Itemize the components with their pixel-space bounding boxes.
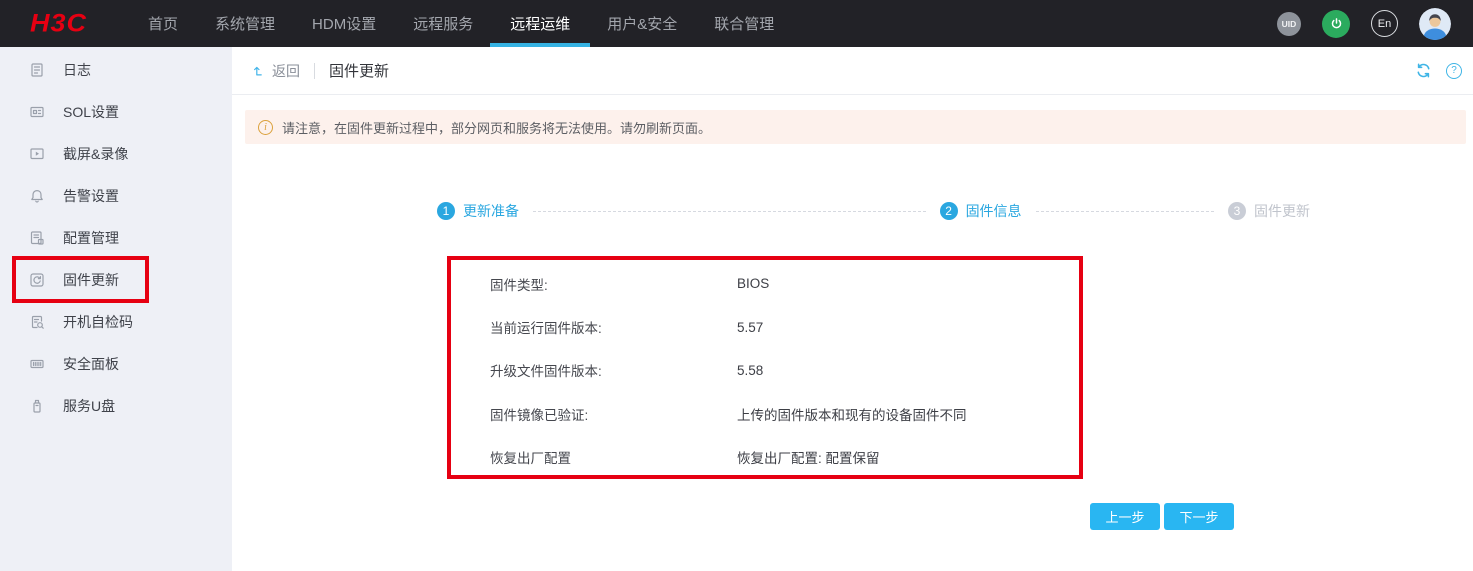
sidebar-item-screen-record[interactable]: 截屏&录像 bbox=[0, 133, 232, 175]
sidebar-item-label: 配置管理 bbox=[63, 230, 119, 246]
help-button[interactable]: ? bbox=[1445, 62, 1463, 80]
step-label: 更新准备 bbox=[463, 203, 519, 219]
sidebar-item-sol-settings[interactable]: SOL设置 bbox=[0, 91, 232, 133]
info-value: BIOS bbox=[737, 276, 770, 292]
post-code-icon bbox=[29, 314, 45, 330]
step-firmware-update: 3 固件更新 bbox=[1228, 201, 1310, 221]
screen-record-icon bbox=[29, 146, 45, 162]
header-divider bbox=[314, 62, 315, 79]
sidebar-item-label: 安全面板 bbox=[63, 356, 119, 372]
sidebar-item-label: SOL设置 bbox=[63, 104, 120, 120]
back-button[interactable]: 返回 bbox=[252, 61, 300, 81]
info-label: 当前运行固件版本: bbox=[490, 321, 602, 337]
sidebar-item-label: 截屏&录像 bbox=[63, 146, 129, 162]
content-header: 返回 固件更新 ? bbox=[232, 47, 1473, 95]
sidebar-item-log[interactable]: 日志 bbox=[0, 49, 232, 91]
info-row-factory-reset: 恢复出厂配置 恢复出厂配置: 配置保留 bbox=[490, 436, 1079, 479]
nav-item-remote-om[interactable]: 远程运维 bbox=[510, 0, 570, 47]
info-icon: i bbox=[258, 119, 273, 135]
step-number: 2 bbox=[939, 202, 958, 220]
security-panel-icon bbox=[29, 356, 45, 372]
step-label: 固件更新 bbox=[1254, 203, 1310, 219]
help-icon: ? bbox=[1446, 62, 1462, 79]
page-title: 固件更新 bbox=[329, 63, 390, 80]
info-label: 固件类型: bbox=[490, 277, 548, 293]
h3c-logo: H3C bbox=[30, 9, 88, 37]
step-connector bbox=[1035, 210, 1214, 212]
notice-banner: i 请注意，在固件更新过程中，部分网页和服务将无法使用。请勿刷新页面。 bbox=[245, 110, 1466, 144]
usb-icon bbox=[29, 398, 45, 414]
sidebar-item-security-panel[interactable]: 安全面板 bbox=[0, 343, 232, 385]
info-value: 5.57 bbox=[737, 319, 764, 335]
step-label: 固件信息 bbox=[965, 203, 1022, 219]
sidebar-item-config-management[interactable]: 配置管理 bbox=[0, 217, 232, 259]
refresh-button[interactable] bbox=[1414, 62, 1432, 80]
main-content: 返回 固件更新 ? i 请注意，在固件更新过程中，部分网页和服务将无法使用。请勿… bbox=[232, 47, 1473, 571]
back-arrow-icon bbox=[254, 66, 262, 76]
info-value: 恢复出厂配置: 配置保留 bbox=[737, 451, 880, 467]
sidebar-item-label: 服务U盘 bbox=[63, 398, 116, 414]
nav-item-user-security[interactable]: 用户&安全 bbox=[607, 0, 677, 47]
topbar-actions: UID En bbox=[1277, 7, 1473, 40]
nav-item-federated-management[interactable]: 联合管理 bbox=[714, 0, 774, 47]
language-badge[interactable]: En bbox=[1371, 10, 1398, 37]
firmware-icon bbox=[29, 272, 45, 288]
sidebar-item-label: 告警设置 bbox=[63, 188, 119, 204]
user-avatar-icon bbox=[1419, 7, 1451, 40]
nav-item-remote-services[interactable]: 远程服务 bbox=[413, 0, 473, 47]
topbar: H3C 首页 系统管理 HDM设置 远程服务 远程运维 用户&安全 联合管理 U… bbox=[0, 0, 1473, 47]
sidebar-item-alarm-settings[interactable]: 告警设置 bbox=[0, 175, 232, 217]
step-number: 1 bbox=[437, 202, 455, 220]
sidebar-item-label: 固件更新 bbox=[63, 272, 119, 288]
alarm-icon bbox=[29, 188, 45, 204]
nav-item-hdm-settings[interactable]: HDM设置 bbox=[312, 0, 376, 47]
sidebar-item-label: 日志 bbox=[63, 62, 91, 78]
sidebar-item-label: 开机自检码 bbox=[63, 314, 133, 330]
wizard-actions: 上一步 下一步 bbox=[1090, 503, 1234, 530]
stepper: 1 更新准备 2 固件信息 3 固件更新 bbox=[437, 201, 1310, 221]
nav-item-system-management[interactable]: 系统管理 bbox=[215, 0, 275, 47]
step-number: 3 bbox=[1228, 202, 1246, 220]
sol-icon bbox=[29, 104, 45, 120]
back-label: 返回 bbox=[272, 62, 300, 79]
prev-step-button[interactable]: 上一步 bbox=[1090, 503, 1160, 530]
notice-text: 请注意，在固件更新过程中，部分网页和服务将无法使用。请勿刷新页面。 bbox=[282, 120, 712, 136]
log-icon bbox=[29, 62, 45, 78]
step-update-preparation: 1 更新准备 bbox=[437, 201, 519, 221]
firmware-info-panel: 固件类型: BIOS 当前运行固件版本: 5.57 升级文件固件版本: 5.58… bbox=[447, 256, 1083, 479]
info-value: 5.58 bbox=[737, 362, 764, 378]
avatar[interactable] bbox=[1419, 7, 1451, 40]
info-row-upgrade-version: 升级文件固件版本: 5.58 bbox=[490, 349, 1079, 392]
hdm-firmware-update-page: H3C 首页 系统管理 HDM设置 远程服务 远程运维 用户&安全 联合管理 U… bbox=[0, 0, 1473, 571]
nav-item-home[interactable]: 首页 bbox=[148, 0, 178, 47]
info-label: 升级文件固件版本: bbox=[490, 364, 602, 380]
step-connector bbox=[533, 210, 926, 212]
uid-badge[interactable]: UID bbox=[1277, 11, 1301, 36]
info-row-firmware-type: 固件类型: BIOS bbox=[490, 262, 1079, 305]
sidebar-item-service-usb[interactable]: 服务U盘 bbox=[0, 385, 232, 427]
refresh-icon bbox=[1416, 63, 1430, 78]
info-row-image-verified: 固件镜像已验证: 上传的固件版本和现有的设备固件不同 bbox=[490, 392, 1079, 435]
sidebar-item-firmware-update[interactable]: 固件更新 bbox=[0, 259, 232, 301]
step-firmware-info: 2 固件信息 bbox=[939, 201, 1022, 221]
power-button[interactable] bbox=[1322, 9, 1350, 38]
sidebar: 日志 SOL设置 截屏&录像 告警设置 配置管理 固件更新 开机自检码 安全面板… bbox=[0, 47, 232, 571]
info-value: 上传的固件版本和现有的设备固件不同 bbox=[737, 407, 967, 423]
main-nav: 首页 系统管理 HDM设置 远程服务 远程运维 用户&安全 联合管理 bbox=[148, 0, 774, 47]
next-step-button[interactable]: 下一步 bbox=[1164, 503, 1234, 530]
info-label: 恢复出厂配置 bbox=[490, 451, 571, 467]
info-row-current-version: 当前运行固件版本: 5.57 bbox=[490, 305, 1079, 348]
power-icon bbox=[1331, 18, 1341, 29]
config-icon bbox=[29, 230, 45, 246]
info-label: 固件镜像已验证: bbox=[490, 407, 589, 423]
sidebar-item-post-code[interactable]: 开机自检码 bbox=[0, 301, 232, 343]
